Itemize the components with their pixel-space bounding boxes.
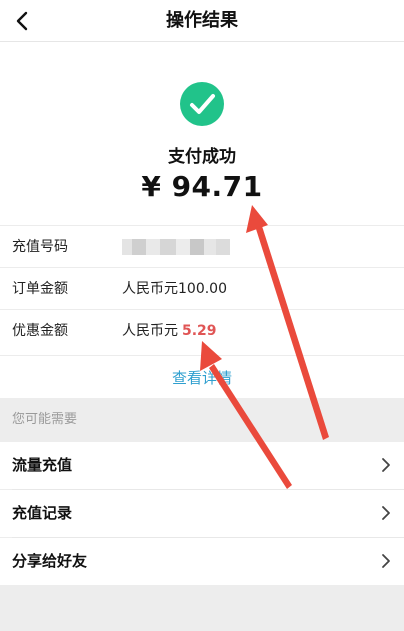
discount-amount-row: 优惠金额 人民币元 5.29 [0,309,404,351]
discount-amount-label: 优惠金额 [12,323,68,339]
list-item-share-friends[interactable]: 分享给好友 [0,538,404,585]
list-item-label: 流量充值 [12,456,73,474]
discount-amount-value: 人民币元 5.29 [122,310,217,352]
paid-amount: ¥ 94.71 [141,170,263,203]
view-details-link[interactable]: 查看详情 [0,355,404,399]
discount-number: 5.29 [182,323,217,339]
section-header-label: 您可能需要 [12,412,78,427]
chevron-right-icon [382,554,390,568]
list-item-label: 充值记录 [12,504,73,522]
check-circle-icon [180,82,224,126]
masked-phone-number [122,239,230,255]
result-card: 支付成功 ¥ 94.71 充值号码 订单金额 人民币元100.00 优惠金额 人… [0,42,404,398]
section-header: 您可能需要 [0,398,404,442]
list-item-label: 分享给好友 [12,552,88,570]
chevron-right-icon [382,506,390,520]
navigation-bar: 操作结果 [0,0,404,42]
payment-status: 支付成功 [168,147,236,167]
order-amount-row: 订单金额 人民币元100.00 [0,267,404,309]
order-amount-label: 订单金额 [12,281,68,297]
recharge-number-label: 充值号码 [12,239,68,255]
page-title: 操作结果 [166,10,238,31]
discount-currency: 人民币元 [122,323,178,339]
order-amount-value: 人民币元100.00 [122,281,227,297]
list-item-data-recharge[interactable]: 流量充值 [0,442,404,489]
recharge-number-row: 充值号码 [0,225,404,267]
chevron-right-icon [382,458,390,472]
list-item-recharge-history[interactable]: 充值记录 [0,490,404,537]
